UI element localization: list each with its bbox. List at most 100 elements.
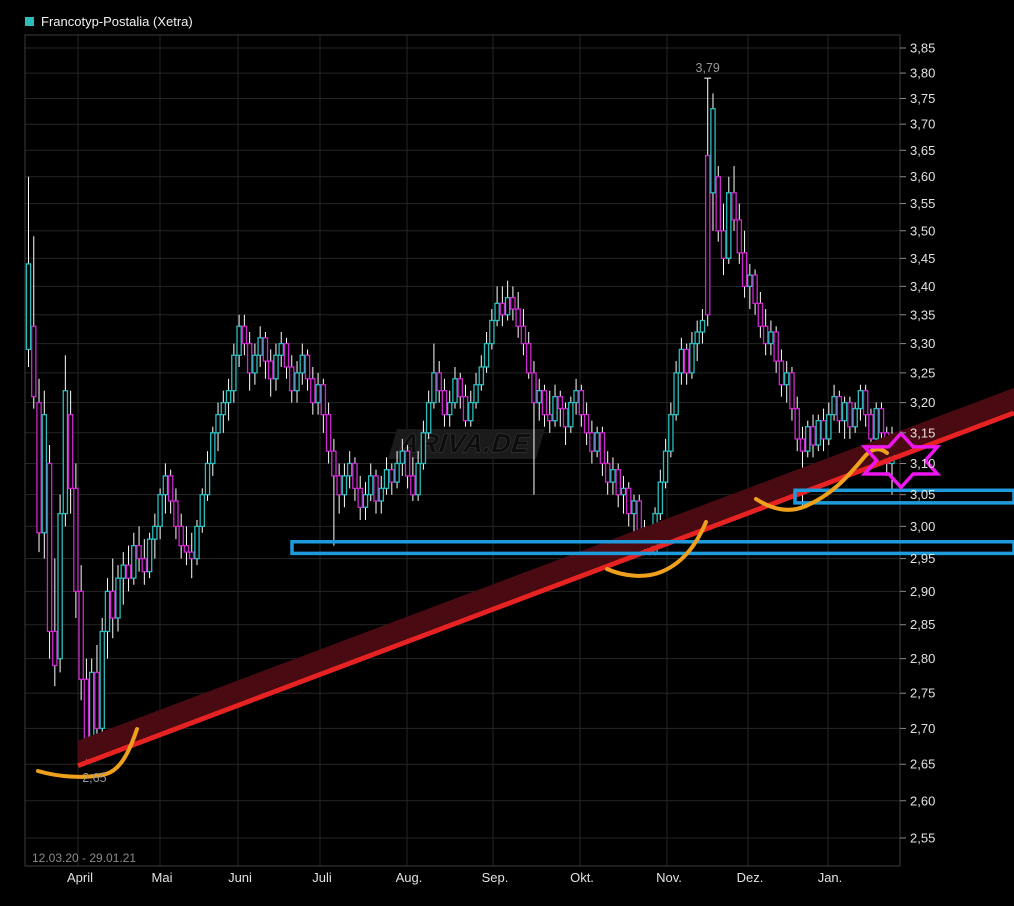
- candle: [179, 526, 183, 545]
- candle: [369, 476, 373, 495]
- candle: [437, 373, 441, 391]
- candle: [37, 403, 41, 533]
- price-tick-label: 3,45: [910, 251, 935, 266]
- candle: [142, 559, 146, 572]
- candle: [700, 320, 704, 332]
- candle: [26, 264, 30, 349]
- candle: [348, 463, 352, 475]
- candle: [858, 391, 862, 409]
- candle: [521, 326, 525, 343]
- candle: [263, 338, 267, 361]
- candle: [553, 397, 557, 421]
- candle: [332, 451, 336, 476]
- candle: [727, 193, 731, 259]
- candle: [248, 344, 252, 373]
- candle: [111, 591, 115, 618]
- candle: [574, 391, 578, 403]
- candle: [395, 463, 399, 482]
- candle: [500, 303, 504, 314]
- candle: [795, 409, 799, 439]
- candle: [42, 415, 46, 533]
- candle: [284, 344, 288, 367]
- candle: [132, 546, 136, 579]
- candle: [242, 326, 246, 343]
- candle: [327, 415, 331, 452]
- candle: [237, 326, 241, 355]
- candle: [484, 344, 488, 367]
- candle: [511, 298, 515, 309]
- candle: [811, 427, 815, 445]
- candle: [290, 367, 294, 391]
- candle: [679, 349, 683, 372]
- price-tick-label: 2,65: [910, 757, 935, 772]
- candle: [195, 526, 199, 558]
- month-tick-label: Juli: [312, 870, 332, 885]
- candle: [363, 495, 367, 508]
- candle: [300, 355, 304, 373]
- candle: [453, 379, 457, 403]
- candle: [748, 275, 752, 286]
- candle: [537, 391, 541, 403]
- month-tick-label: Juni: [228, 870, 252, 885]
- candle: [121, 565, 125, 578]
- date-range-label: 12.03.20 - 29.01.21: [32, 851, 136, 865]
- candle: [490, 320, 494, 343]
- month-tick-label: Nov.: [656, 870, 682, 885]
- candle: [843, 403, 847, 421]
- price-tick-label: 2,80: [910, 651, 935, 666]
- candle: [779, 361, 783, 385]
- candle: [569, 403, 573, 427]
- candle: [153, 526, 157, 539]
- candle: [305, 355, 309, 379]
- candle: [358, 488, 362, 507]
- candle: [379, 488, 383, 501]
- candle: [579, 391, 583, 415]
- candle: [374, 476, 378, 501]
- candle: [400, 451, 404, 463]
- price-tick-label: 2,70: [910, 721, 935, 736]
- candle: [211, 433, 215, 464]
- candle: [390, 470, 394, 482]
- candle: [258, 338, 262, 355]
- candle: [611, 470, 615, 482]
- candle: [427, 403, 431, 433]
- price-tick-label: 3,30: [910, 336, 935, 351]
- candle: [274, 355, 278, 379]
- price-tick-label: 3,55: [910, 196, 935, 211]
- candle: [416, 463, 420, 494]
- candle: [669, 415, 673, 452]
- candle: [474, 385, 478, 403]
- candle: [690, 344, 694, 373]
- candle: [47, 463, 51, 631]
- candle: [853, 409, 857, 427]
- candle: [506, 298, 510, 315]
- candle: [632, 501, 636, 514]
- candle: [158, 495, 162, 527]
- watermark-text: ARIVA.DE: [397, 428, 532, 458]
- instrument-title: Francotyp-Postalia (Xetra): [41, 14, 193, 29]
- candle: [616, 470, 620, 495]
- candle: [837, 397, 841, 421]
- candle: [316, 385, 320, 403]
- candle: [558, 397, 562, 409]
- candle: [137, 546, 141, 559]
- candlestick-chart: ARIVA.DE3,853,803,753,703,653,603,553,50…: [0, 0, 1014, 906]
- candle: [216, 415, 220, 433]
- watermark: ARIVA.DE: [388, 428, 545, 459]
- price-tick-label: 3,85: [910, 41, 935, 56]
- candle: [74, 488, 78, 591]
- candle: [595, 433, 599, 451]
- candle: [169, 476, 173, 501]
- month-tick-label: Okt.: [570, 870, 594, 885]
- month-tick-label: April: [67, 870, 93, 885]
- candle: [163, 476, 167, 495]
- price-tick-label: 3,05: [910, 487, 935, 502]
- price-tick-label: 3,65: [910, 143, 935, 158]
- candle: [384, 470, 388, 489]
- candle: [269, 361, 273, 379]
- month-tick-label: Dez.: [737, 870, 764, 885]
- month-tick-label: Sep.: [482, 870, 509, 885]
- candle: [226, 391, 230, 403]
- candle: [621, 488, 625, 494]
- candle: [542, 391, 546, 415]
